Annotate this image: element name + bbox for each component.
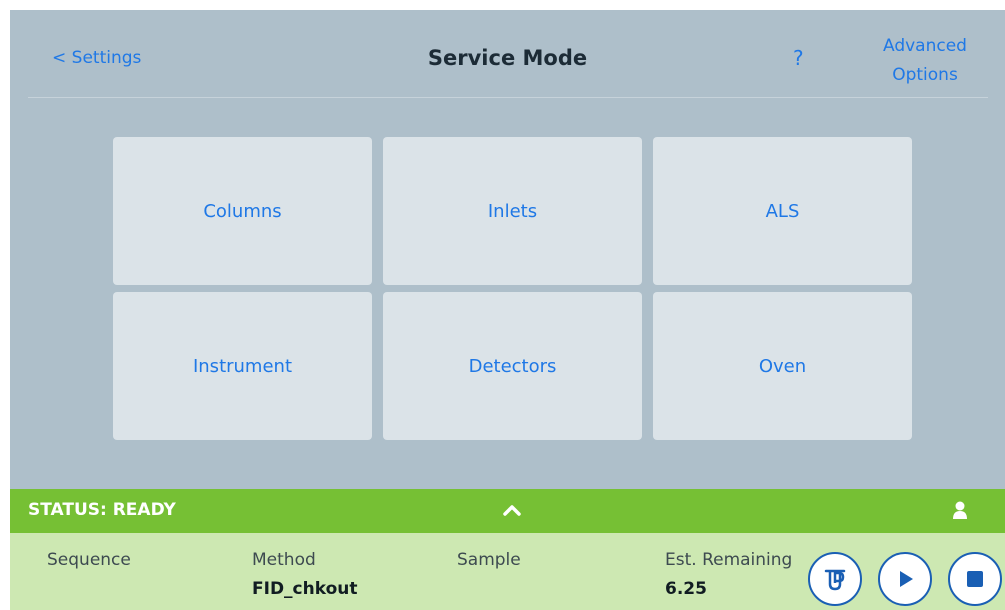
play-icon [900,571,913,587]
tile-columns[interactable]: Columns [113,137,372,285]
tile-oven[interactable]: Oven [653,292,912,440]
chevron-up-icon[interactable] [502,502,522,521]
tile-als[interactable]: ALS [653,137,912,285]
method-value: FID_chkout [252,579,358,599]
stop-run-button[interactable] [948,552,1002,606]
status-text: STATUS: READY [28,500,176,520]
start-run-button[interactable] [878,552,932,606]
sequence-label: Sequence [47,550,131,570]
page-title: Service Mode [427,46,588,70]
header-bar: < Settings Service Mode ? Advanced Optio… [10,10,1005,98]
est-remaining-label: Est. Remaining [665,550,793,570]
vial-tray-button[interactable] [808,552,862,606]
status-bar: STATUS: READY [10,489,1005,533]
tile-inlets[interactable]: Inlets [383,137,642,285]
stop-icon [967,571,983,587]
help-button[interactable]: ? [793,46,804,70]
user-icon[interactable] [952,500,968,524]
tile-detectors[interactable]: Detectors [383,292,642,440]
method-label: Method [252,550,316,570]
advanced-options-button[interactable]: Advanced Options [870,32,980,90]
service-mode-screen: < Settings Service Mode ? Advanced Optio… [10,10,1005,610]
est-remaining-value: 6.25 [665,579,707,599]
run-info-panel: Sequence Method FID_chkout Sample Est. R… [10,533,1005,610]
vial-tray-icon [824,569,846,591]
sample-label: Sample [457,550,521,570]
advanced-options-line1: Advanced [883,36,967,56]
tile-instrument[interactable]: Instrument [113,292,372,440]
header-divider [28,97,988,98]
advanced-options-line2: Options [892,65,958,85]
